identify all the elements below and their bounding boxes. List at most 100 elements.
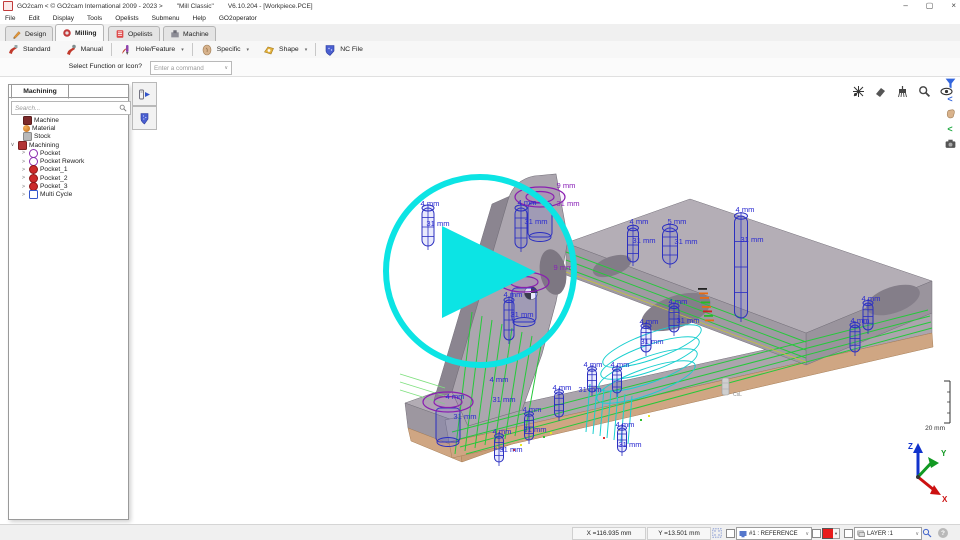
manual-icon [65, 44, 77, 56]
tree-item-pocket-rework[interactable]: >Pocket Rework [9, 157, 128, 165]
chevron-right-icon[interactable]: > [20, 192, 27, 198]
tab-machine[interactable]: Machine [163, 26, 216, 41]
command-label: Select Function or Icon? [30, 63, 142, 70]
title-version: V6.10.204 - [Workpiece.PCE] [228, 3, 313, 10]
zoom-layer-icon[interactable] [922, 528, 932, 540]
tree-item-machine[interactable]: Machine [9, 116, 128, 124]
dimension-label: 31 mm [492, 395, 515, 404]
chevron-down-icon: ∨ [805, 531, 809, 537]
dimension-label: 4 mm [851, 316, 870, 325]
milling-toolbar: Standard Manual Hole/Feature Specific Sh… [0, 41, 960, 59]
help-icon[interactable]: ? [938, 528, 948, 538]
reference-dropdown[interactable]: #1 : REFERENCE ∨ [736, 527, 812, 540]
tree-item-stock[interactable]: Stock [9, 133, 128, 141]
dimension-label: 31 mm [426, 219, 449, 228]
shape-button[interactable]: Shape [256, 42, 314, 57]
menu-go2operator[interactable]: GO2operator [219, 15, 257, 22]
specific-button[interactable]: Specific [194, 42, 256, 57]
ribbon-tab-row: Design Milling Opelists Machine ↶ ↷ [0, 24, 960, 42]
maximize-button[interactable]: ▢ [926, 0, 934, 12]
menu-tools[interactable]: Tools [87, 15, 102, 22]
dimension-label: 31 mm [618, 440, 641, 449]
simulation-icon [138, 88, 151, 101]
search-input[interactable]: Search... [11, 101, 131, 115]
minimize-button[interactable]: – [903, 0, 907, 12]
dimension-label: 31 mm [674, 237, 697, 246]
dimension-label: 31 mm [499, 445, 522, 454]
viewport-3d[interactable]: 9 mm 4 mm 31 mm 31 mm 4 mm 31 mm 4 mm 5 mm 31 mm… [0, 76, 960, 524]
y-coordinate: Y =13.501 mm [647, 527, 711, 540]
nc-file-icon [324, 44, 336, 56]
dimension-label: 4 mm [640, 317, 659, 326]
axis-z-label: Z [908, 442, 913, 451]
tree-item-pocket-2[interactable]: >Pocket_2 [9, 174, 128, 182]
multi-cycle-icon [29, 190, 38, 199]
chevron-right-icon[interactable]: > [20, 184, 27, 190]
menu-help[interactable]: Help [193, 15, 206, 22]
camera-icon[interactable] [944, 138, 957, 149]
axis-triad: Z Y X [908, 442, 948, 504]
manual-button[interactable]: Manual [58, 42, 110, 57]
tree-item-pocket-1[interactable]: >Pocket_1 [9, 166, 128, 174]
dimension-label: 4 mm [518, 198, 537, 207]
dimension-label: 31 mm [676, 316, 699, 325]
nc-file-button[interactable]: NC File [317, 42, 370, 57]
axis-x-label: X [942, 495, 948, 504]
tab-opelists[interactable]: Opelists [108, 26, 160, 41]
dimension-label: 4 mm [553, 383, 572, 392]
chevron-right-icon[interactable]: > [20, 159, 27, 165]
menu-display[interactable]: Display [53, 15, 74, 22]
tree-item-pocket[interactable]: >Pocket [9, 149, 128, 157]
layer-dropdown[interactable]: LAYER :1 ∨ [854, 527, 922, 540]
grid-plane-icon[interactable] [712, 528, 722, 540]
collapse-left-blue-icon[interactable]: < [944, 93, 957, 104]
milling-icon [62, 28, 72, 38]
menu-opelists[interactable]: Opelists [115, 15, 138, 22]
close-button[interactable]: × [951, 0, 956, 12]
dimension-label: 4 mm [493, 427, 512, 436]
chevron-right-icon[interactable]: > [20, 175, 27, 181]
command-combobox[interactable]: Enter a command ∨ [150, 61, 232, 75]
filter-icon[interactable] [944, 78, 957, 89]
chevron-right-icon[interactable]: > [20, 167, 27, 173]
chevron-down-icon[interactable]: ∨ [9, 142, 16, 148]
simulation-button[interactable] [132, 82, 157, 106]
tree-item-machining[interactable]: ∨Machining [9, 141, 128, 149]
layer-checkbox[interactable] [844, 529, 853, 538]
machining-tree: Machine Material Stock ∨Machining >Pocke… [9, 116, 128, 199]
hole-feature-button[interactable]: Hole/Feature [113, 42, 191, 57]
color-dropdown-arrow[interactable]: ▾ [833, 528, 840, 539]
collapse-left-green-icon[interactable]: < [944, 123, 957, 134]
tab-milling[interactable]: Milling [55, 24, 104, 41]
tree-item-multi-cycle[interactable]: >Multi Cycle [9, 191, 128, 199]
axis-y-label: Y [941, 449, 947, 458]
tab-design[interactable]: Design [5, 26, 53, 41]
tool-shield-button[interactable] [132, 106, 157, 130]
standard-button[interactable]: Standard [0, 42, 58, 57]
tree-item-pocket-3[interactable]: >Pocket_3 [9, 182, 128, 190]
layers-icon [857, 530, 865, 538]
window-title: GO2cam < © GO2cam International 2009 - 2… [17, 3, 327, 10]
machining-panel: Machining Search... Machine Material Sto… [8, 84, 129, 520]
chevron-down-icon: ∨ [224, 65, 228, 71]
menu-edit[interactable]: Edit [28, 15, 39, 22]
dimension-label: 9 mm [557, 181, 576, 190]
dimension-label: 31 mm [556, 199, 579, 208]
grab-hand-icon[interactable] [944, 108, 957, 119]
dimension-label: 4 mm [616, 420, 635, 429]
scale-ruler: 20 mm [925, 381, 950, 432]
dimension-label: 31 mm [523, 425, 546, 434]
color-checkbox[interactable] [812, 529, 821, 538]
dimension-label: 4 mm [523, 405, 542, 414]
dimension-label: 5 mm [668, 217, 687, 226]
menu-file[interactable]: File [5, 15, 15, 22]
dimension-label: 4 mm [421, 199, 440, 208]
dimension-label: 31 mm [578, 385, 601, 394]
go2cam-window: GO2cam < © GO2cam International 2009 - 2… [0, 0, 960, 540]
shape-icon [263, 44, 275, 56]
chevron-right-icon[interactable]: > [20, 150, 27, 156]
dimension-label: 4 mm [584, 360, 603, 369]
reference-checkbox[interactable] [726, 529, 735, 538]
title-doc: "Mill Classic" [177, 3, 214, 10]
menu-submenu[interactable]: Submenu [152, 15, 180, 22]
